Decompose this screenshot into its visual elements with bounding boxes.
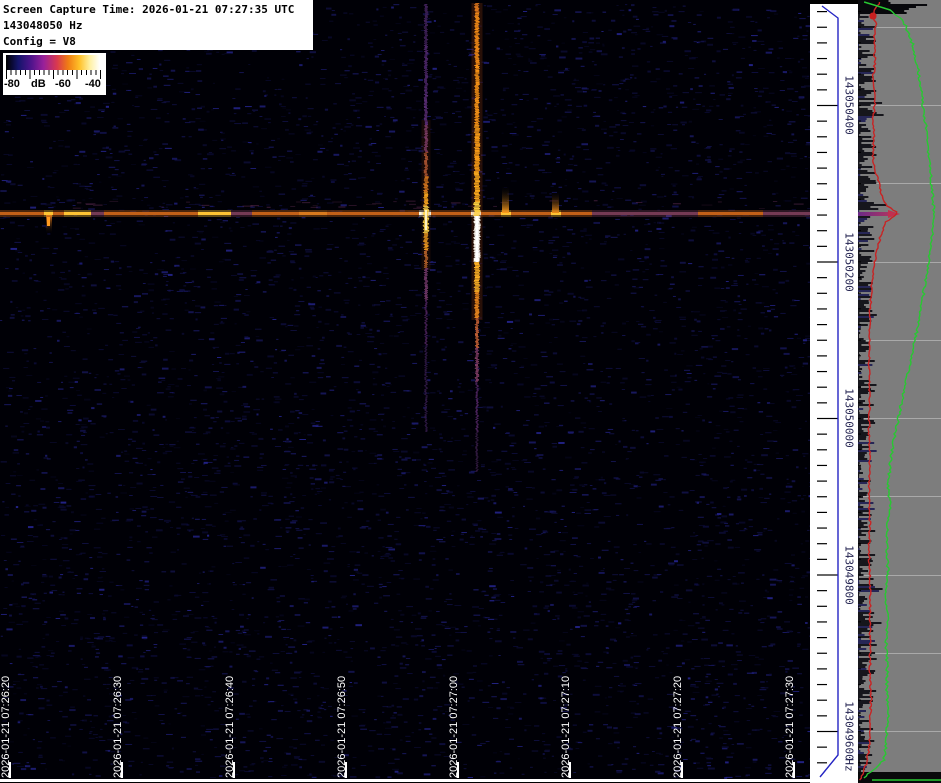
- time-axis-label: 2026-01-21 07:26:40: [224, 676, 236, 778]
- intensity-color-scale: -80 dB -60 -40: [3, 53, 106, 95]
- color-scale-label: -80: [4, 78, 20, 90]
- time-axis-label: 2026-01-21 07:27:20: [672, 676, 684, 778]
- time-axis-label: 2026-01-21 07:26:20: [0, 676, 12, 778]
- capture-time-text: Screen Capture Time: 2026-01-21 07:27:35…: [3, 2, 313, 18]
- frequency-axis-label: Hz: [843, 758, 856, 771]
- frequency-axis-label: 143049600: [843, 701, 856, 761]
- capture-info-box: Screen Capture Time: 2026-01-21 07:27:35…: [0, 0, 313, 50]
- color-scale-label: dB: [31, 78, 46, 90]
- config-text: Config = V8: [3, 34, 313, 50]
- time-axis-label: 2026-01-21 07:27:00: [448, 676, 460, 778]
- time-axis-label: 2026-01-21 07:26:50: [336, 676, 348, 778]
- frequency-axis-label: 143050200: [843, 232, 856, 292]
- time-axis-label: 2026-01-21 07:27:30: [784, 676, 796, 778]
- frequency-axis-label: 143050400: [843, 75, 856, 135]
- frequency-axis-label: 143050000: [843, 388, 856, 448]
- center-frequency-text: 143048050 Hz: [3, 18, 313, 34]
- spectrum-graph-panel: [858, 0, 941, 783]
- color-gradient-strip: [6, 55, 100, 70]
- color-scale-label: -40: [85, 78, 101, 90]
- frequency-axis-label: 143049800: [843, 545, 856, 605]
- bottom-border: [0, 779, 858, 782]
- spectrum-lab-screen: 2026-01-21 07:26:20 2026-01-21 07:26:30 20…: [0, 0, 941, 783]
- time-axis-label: 2026-01-21 07:27:10: [560, 676, 572, 778]
- waterfall-spectrogram: [0, 0, 810, 779]
- color-scale-label: -60: [55, 78, 71, 90]
- time-axis-label: 2026-01-21 07:26:30: [112, 676, 124, 778]
